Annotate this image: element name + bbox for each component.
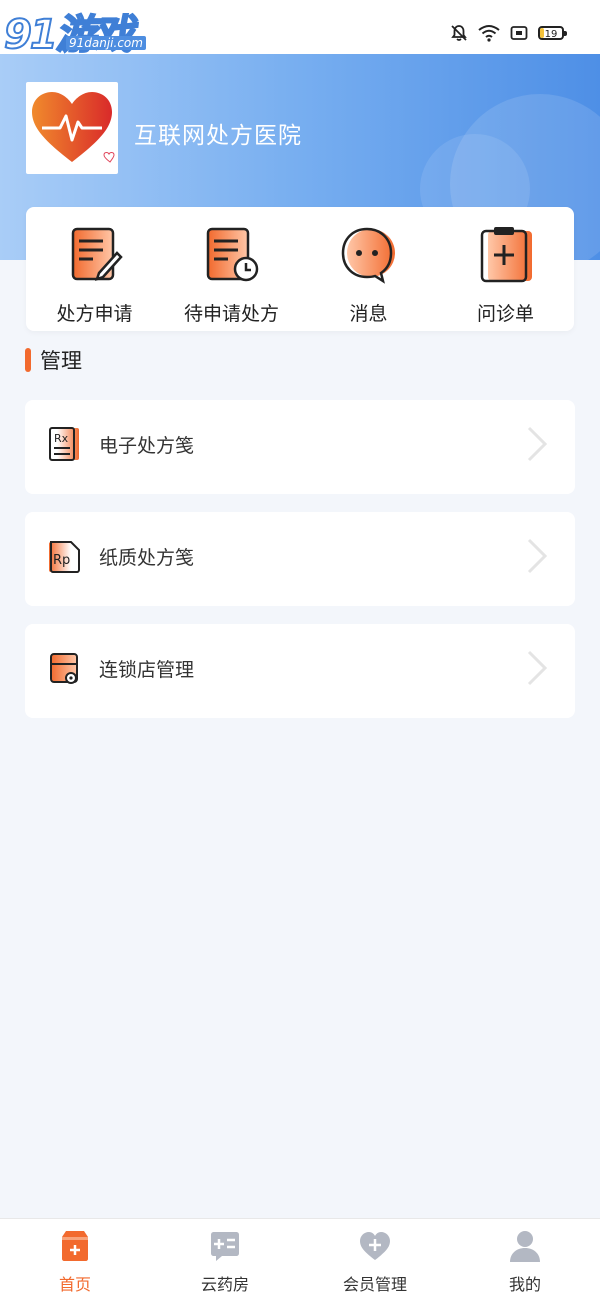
quick-actions-card: 处方申请 待申请处方 消息 问诊单 — [26, 207, 574, 331]
heart-pulse-icon — [32, 92, 115, 163]
store-settings-icon — [50, 653, 78, 684]
screen-record-icon — [510, 26, 528, 40]
home-icon — [62, 1231, 88, 1261]
section-accent-bar — [25, 348, 31, 372]
watermark: 91游戏 91danji.com — [3, 2, 146, 59]
clipboard-plus-icon — [480, 227, 532, 283]
quick-action-prescription-apply[interactable]: 处方申请 — [26, 219, 163, 325]
user-icon — [510, 1231, 540, 1262]
svg-text:Rx: Rx — [54, 432, 69, 445]
bottom-tab-bar: 首页 云药房 会员管理 我的 — [0, 1218, 600, 1302]
wifi-icon — [478, 25, 500, 42]
list-item-label: 纸质处方笺 — [99, 547, 195, 569]
watermark-logo: 91游戏 — [3, 11, 135, 59]
list-item-label: 连锁店管理 — [99, 659, 195, 681]
list-item-electronic-prescription[interactable]: Rx 电子处方笺 — [25, 400, 575, 494]
list-item-paper-prescription[interactable]: Rp 纸质处方笺 — [25, 512, 575, 606]
tab-label: 首页 — [58, 1275, 91, 1294]
hospital-name: 互联网处方医院 — [134, 123, 302, 149]
quick-action-label: 消息 — [349, 303, 388, 325]
list-item-chain-store-management[interactable]: 连锁店管理 — [25, 624, 575, 718]
pending-prescription-icon — [206, 227, 258, 282]
chevron-right-icon — [527, 538, 548, 574]
rp-paper-icon: Rp — [49, 541, 80, 573]
member-heart-icon — [360, 1232, 390, 1260]
svg-text:Rp: Rp — [53, 553, 70, 568]
section-title: 管理 — [40, 349, 82, 373]
tab-mine[interactable]: 我的 — [450, 1219, 600, 1302]
quick-action-label: 待申请处方 — [183, 303, 279, 325]
rx-document-icon: Rx — [49, 427, 79, 461]
quick-action-pending-prescription[interactable]: 待申请处方 — [163, 219, 300, 325]
list-item-label: 电子处方笺 — [99, 435, 195, 457]
tab-cloud-pharmacy[interactable]: 云药房 — [150, 1219, 300, 1302]
tab-label: 会员管理 — [342, 1275, 407, 1294]
chevron-right-icon — [527, 650, 548, 686]
quick-action-consultation-form[interactable]: 问诊单 — [437, 219, 574, 325]
battery-icon: 19 — [538, 26, 567, 40]
chevron-right-icon — [527, 426, 548, 462]
message-icon — [341, 227, 395, 284]
quick-action-label: 问诊单 — [476, 303, 534, 325]
quick-action-label: 处方申请 — [56, 303, 133, 325]
tab-member-management[interactable]: 会员管理 — [300, 1219, 450, 1302]
tab-label: 我的 — [508, 1275, 541, 1294]
tab-home[interactable]: 首页 — [0, 1219, 150, 1302]
hospital-logo[interactable] — [26, 82, 118, 174]
pharmacy-icon — [211, 1232, 239, 1261]
status-icons: 19 — [450, 24, 567, 42]
prescription-edit-icon — [71, 227, 123, 281]
status-bar: 91游戏 91danji.com 19 — [0, 0, 600, 59]
watermark-url: 91danji.com — [66, 36, 146, 50]
bell-off-icon — [451, 25, 467, 41]
tab-label: 云药房 — [200, 1275, 249, 1294]
quick-action-message[interactable]: 消息 — [300, 219, 437, 325]
battery-level: 19 — [544, 29, 558, 40]
